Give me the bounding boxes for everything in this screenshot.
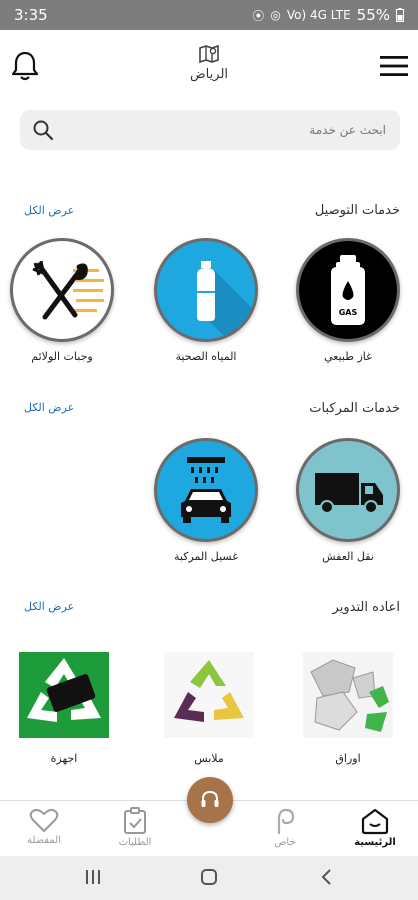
section-title-delivery: خدمات التوصيل xyxy=(314,203,400,218)
recycle-clothes[interactable]: ملابس xyxy=(161,652,257,765)
nav-label: الطلبات xyxy=(118,837,152,848)
fork-spoon-icon xyxy=(10,238,114,342)
nav-label: الرئيسية xyxy=(354,837,396,848)
service-label: اجهزة xyxy=(50,752,78,765)
recycle-paper[interactable]: اوراق xyxy=(300,652,396,765)
service-water[interactable]: المياه الصحية xyxy=(151,238,261,363)
service-label: اوراق xyxy=(335,752,361,765)
service-label: غاز طبيعي xyxy=(324,350,372,363)
hotspot-icon: ◎ xyxy=(270,8,281,22)
nav-private[interactable]: خاص xyxy=(250,807,320,848)
battery-percent: 55% xyxy=(356,6,390,24)
service-label: وجبات الولائم xyxy=(31,350,93,363)
water-bottle-icon xyxy=(154,238,258,342)
search-input[interactable] xyxy=(86,123,386,137)
search-icon[interactable] xyxy=(32,119,54,141)
service-label: ملابس xyxy=(194,752,224,765)
nav-label: المفضلة xyxy=(26,835,61,846)
battery-icon xyxy=(396,8,404,22)
nav-favorites[interactable]: المفضلة xyxy=(9,807,79,846)
status-time: 3:35 xyxy=(14,6,48,24)
city-label: الرياض xyxy=(189,67,229,82)
city-selector[interactable]: الرياض xyxy=(159,44,259,82)
paper-recycle-icon xyxy=(303,652,393,738)
heart-icon xyxy=(29,808,59,832)
service-label: غسيل المركبة xyxy=(173,550,238,563)
menu-button[interactable] xyxy=(380,56,408,76)
car-wash-icon xyxy=(154,438,258,542)
recent-apps-icon[interactable] xyxy=(84,868,102,886)
support-fab-button[interactable] xyxy=(187,777,233,823)
nav-label: خاص xyxy=(274,837,296,848)
status-bar: 3:35 ⦿ ◎ Vo) 4G LTE 55% xyxy=(0,0,418,30)
orders-clipboard-icon xyxy=(124,807,146,834)
menu-icon xyxy=(380,56,408,76)
location-icon: ⦿ xyxy=(252,8,265,23)
private-icon xyxy=(277,808,295,835)
service-label: المياه الصحية xyxy=(175,350,237,363)
svg-text:GAS: GAS xyxy=(339,308,358,317)
recycle-devices[interactable]: اجهزة xyxy=(16,652,112,765)
service-furniture-moving[interactable]: نقل العفش xyxy=(293,438,403,563)
map-icon xyxy=(199,44,219,64)
clothes-recycle-icon xyxy=(164,652,254,738)
gas-cylinder-icon: GAS xyxy=(296,238,400,342)
nav-home[interactable]: الرئيسية xyxy=(340,807,410,848)
bell-icon xyxy=(11,51,39,81)
service-banquet-meals[interactable]: وجبات الولائم xyxy=(7,238,117,363)
see-all-delivery[interactable]: عرض الكل xyxy=(24,204,74,217)
service-gas[interactable]: GAS غاز طبيعي xyxy=(293,238,403,363)
devices-recycle-icon xyxy=(19,652,109,738)
service-label: نقل العفش xyxy=(322,550,374,563)
truck-icon xyxy=(296,438,400,542)
status-icons: ⦿ ◎ Vo) 4G LTE 55% xyxy=(252,6,404,24)
section-title-recycling: اعاده التدوير xyxy=(332,600,400,615)
back-icon[interactable] xyxy=(318,868,336,886)
headset-icon xyxy=(201,790,219,807)
app-header: الرياض xyxy=(0,30,418,104)
system-navigation-bar xyxy=(0,856,418,900)
nav-orders[interactable]: الطلبات xyxy=(100,807,170,848)
home-icon xyxy=(361,808,389,835)
section-title-vehicles: خدمات المركبات xyxy=(309,401,400,416)
home-system-icon[interactable] xyxy=(200,868,218,886)
see-all-recycling[interactable]: عرض الكل xyxy=(24,600,74,613)
network-indicator: Vo) 4G LTE xyxy=(286,8,351,22)
service-car-wash[interactable]: غسيل المركبة xyxy=(151,438,261,563)
search-bar[interactable] xyxy=(20,110,400,150)
notifications-button[interactable] xyxy=(10,50,40,82)
see-all-vehicles[interactable]: عرض الكل xyxy=(24,401,74,414)
